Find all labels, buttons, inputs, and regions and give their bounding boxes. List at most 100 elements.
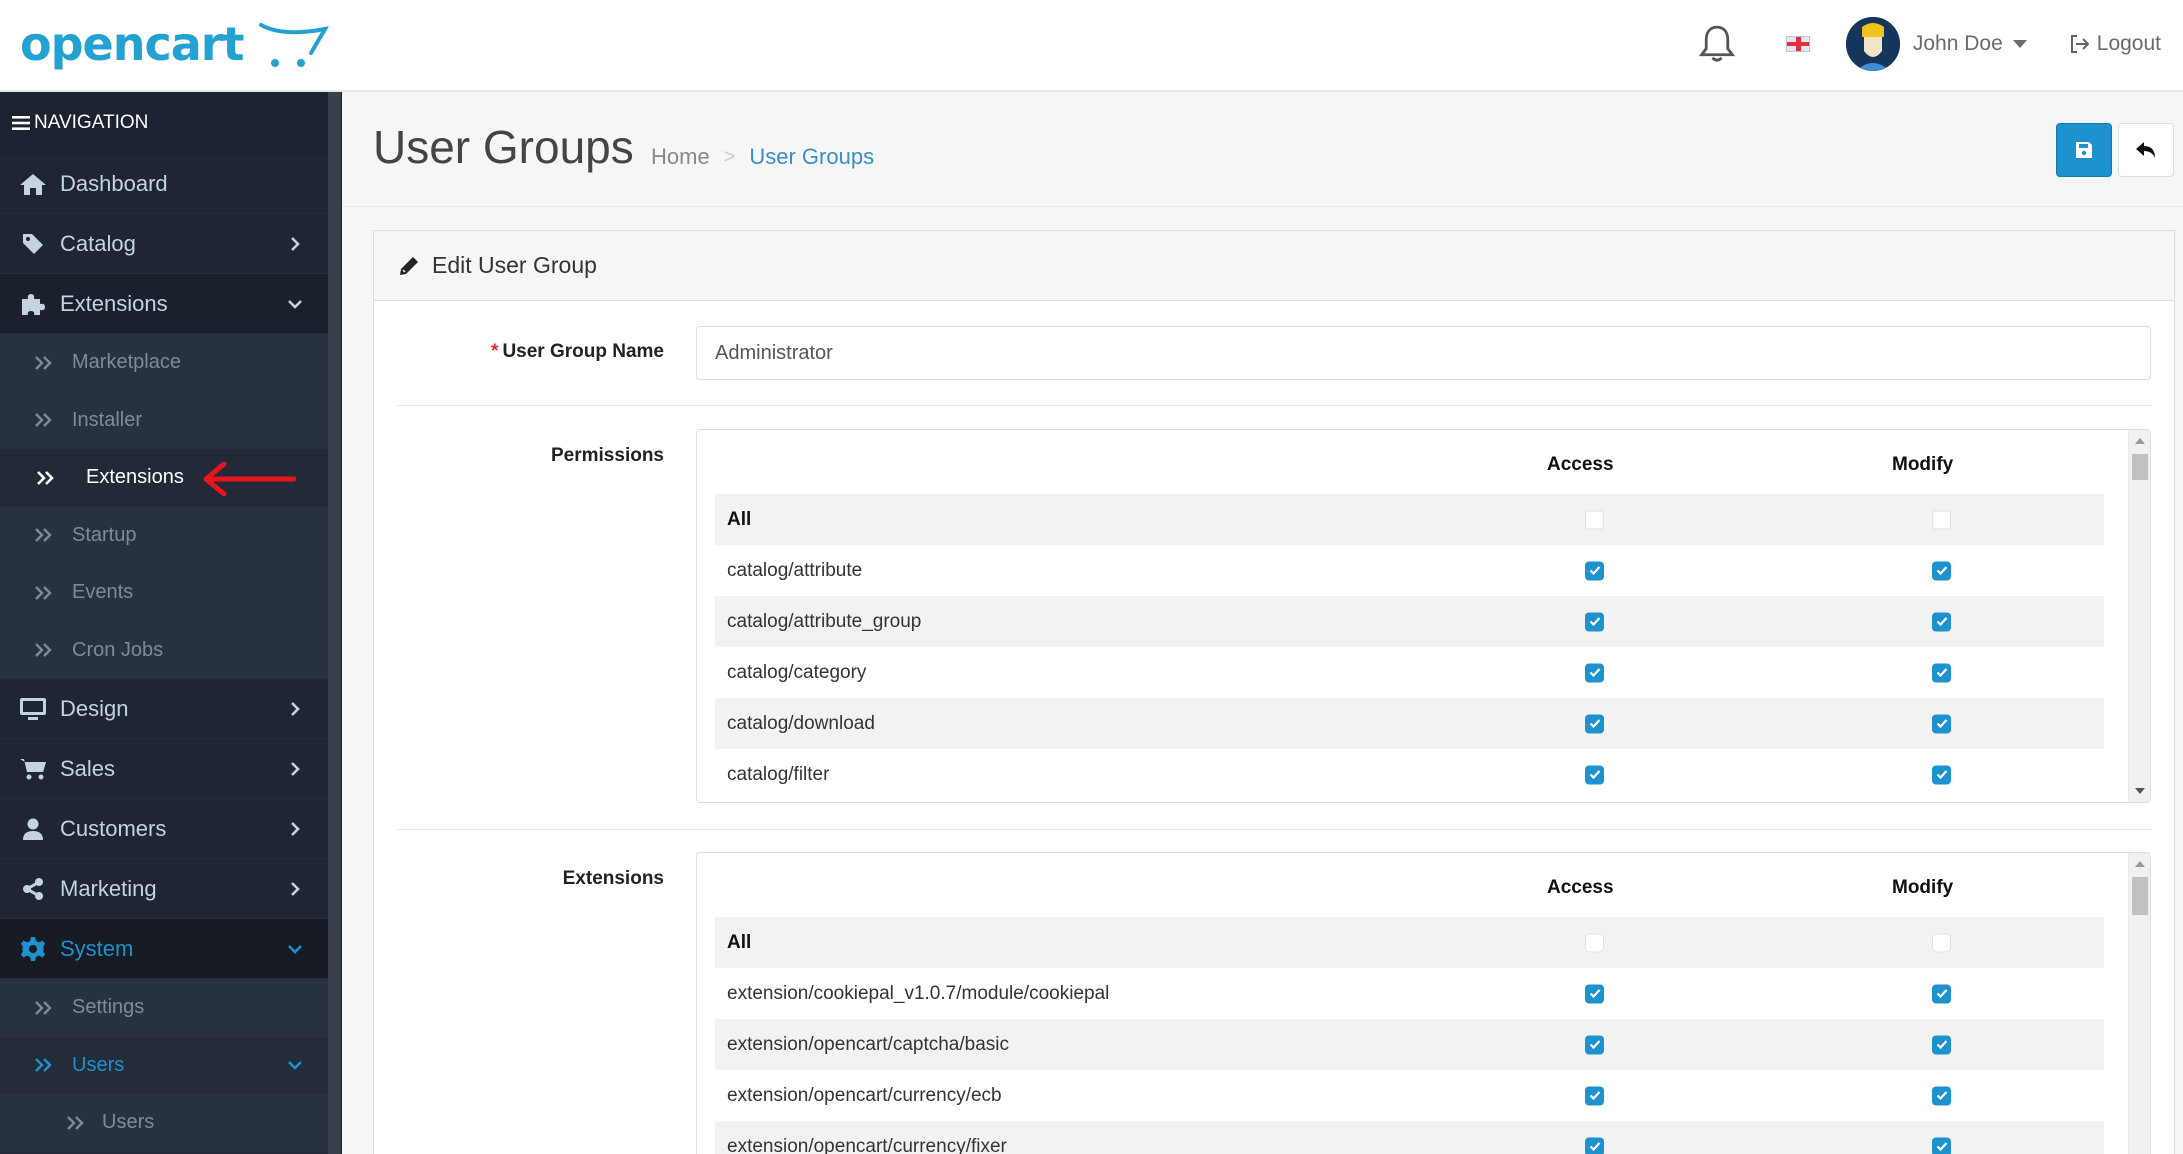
breadcrumb-home[interactable]: Home (651, 144, 710, 170)
access-checkbox[interactable] (1585, 612, 1604, 631)
sidebar-subitem-cron-jobs[interactable]: Cron Jobs (0, 621, 328, 679)
check-icon (1936, 989, 1947, 999)
permission-row: catalog/category (715, 647, 2104, 698)
angle-double-right-icon (35, 643, 52, 658)
sidebar-item-catalog[interactable]: Catalog (0, 214, 328, 274)
bars-icon (12, 116, 30, 130)
angle-double-right-icon (35, 585, 52, 600)
avatar[interactable] (1845, 17, 1900, 71)
check-icon (1589, 989, 1600, 999)
extensions-table[interactable]: Access Modify All extension/cookiepal_v1.… (696, 852, 2151, 1154)
sidebar-subitem-settings[interactable]: Settings (0, 979, 328, 1037)
monitor-icon (18, 696, 48, 722)
chevron-down-icon (288, 944, 302, 954)
pencil-icon (400, 256, 418, 275)
chevron-right-icon (291, 236, 300, 251)
modify-checkbox[interactable] (1932, 765, 1951, 784)
access-checkbox[interactable] (1585, 561, 1604, 580)
access-checkbox[interactable] (1585, 984, 1604, 1003)
modify-checkbox[interactable] (1932, 984, 1951, 1003)
scroll-thumb[interactable] (2132, 454, 2148, 480)
access-column-header: Access (1547, 454, 1614, 475)
access-checkbox[interactable] (1585, 933, 1604, 952)
chevron-right-icon (291, 821, 300, 836)
permissions-scrollbar[interactable] (2128, 430, 2150, 802)
scroll-up-icon[interactable] (2135, 438, 2145, 444)
check-icon (1589, 617, 1600, 627)
access-column-header: Access (1547, 877, 1614, 898)
permission-name: catalog/attribute (727, 559, 863, 581)
modify-checkbox[interactable] (1932, 1086, 1951, 1105)
access-checkbox[interactable] (1585, 1035, 1604, 1054)
permission-name: catalog/download (727, 712, 875, 734)
caret-down-icon[interactable] (2012, 40, 2027, 48)
sidebar-subitem-installer[interactable]: Installer (0, 391, 328, 449)
check-icon (1936, 668, 1947, 678)
bell-icon[interactable] (1698, 24, 1736, 64)
access-checkbox[interactable] (1585, 510, 1604, 529)
sidebar-subsubitem-users[interactable]: Users (0, 1094, 328, 1151)
permissions-table[interactable]: Access Modify All catalog/attribute catalo… (696, 429, 2151, 803)
required-asterisk: * (491, 341, 499, 362)
sidebar-subitem-events[interactable]: Events (0, 564, 328, 622)
language-flag-icon[interactable] (1785, 36, 1810, 52)
modify-checkbox[interactable] (1932, 933, 1951, 952)
angle-double-right-icon (37, 470, 54, 485)
breadcrumb-user-groups[interactable]: User Groups (749, 144, 874, 170)
access-checkbox[interactable] (1585, 714, 1604, 733)
access-checkbox[interactable] (1585, 663, 1604, 682)
modify-checkbox[interactable] (1932, 714, 1951, 733)
angle-double-right-icon (67, 1115, 84, 1130)
sidebar-subitem-users[interactable]: Users (0, 1036, 328, 1094)
sidebar-item-system[interactable]: System (0, 919, 328, 979)
select-all-row: All (715, 917, 2104, 968)
user-menu[interactable]: John Doe (1913, 32, 2003, 56)
extensions-scrollbar[interactable] (2128, 853, 2150, 1154)
modify-checkbox[interactable] (1932, 612, 1951, 631)
access-checkbox[interactable] (1585, 1086, 1604, 1105)
back-button[interactable] (2118, 123, 2174, 177)
check-icon (1936, 770, 1947, 780)
access-checkbox[interactable] (1585, 1137, 1604, 1154)
sidebar-subitem-startup[interactable]: Startup (0, 506, 328, 564)
extensions-label: Extensions (562, 868, 664, 889)
logout-link[interactable]: Logout (2069, 32, 2161, 56)
scroll-down-icon[interactable] (2135, 788, 2145, 794)
sign-out-icon (2070, 35, 2090, 53)
user-group-name-input[interactable]: Administrator (696, 326, 2151, 380)
top-header: opencart John Doe Logout (0, 0, 2183, 92)
modify-checkbox[interactable] (1932, 510, 1951, 529)
angle-double-right-icon (35, 1058, 52, 1073)
annotation-arrow-icon (203, 462, 296, 496)
sidebar-item-extensions[interactable]: Extensions (0, 274, 328, 334)
home-icon (18, 171, 48, 197)
sidebar-item-design[interactable]: Design (0, 679, 328, 739)
user-group-name-label: * User Group Name (491, 341, 664, 362)
permission-row: extension/cookiepal_v1.0.7/module/cookie… (715, 968, 2104, 1019)
tag-icon (18, 231, 48, 257)
navigation-header: NAVIGATION (0, 92, 328, 154)
modify-checkbox[interactable] (1932, 561, 1951, 580)
save-button[interactable] (2056, 123, 2112, 177)
check-icon (1589, 1091, 1600, 1101)
opencart-logo[interactable]: opencart (20, 14, 333, 74)
sidebar-item-sales[interactable]: Sales (0, 739, 328, 799)
puzzle-icon (18, 291, 48, 317)
permission-row: catalog/attribute_group (715, 596, 2104, 647)
scroll-thumb[interactable] (2132, 877, 2148, 915)
modify-checkbox[interactable] (1932, 1035, 1951, 1054)
check-icon (1936, 617, 1947, 627)
angle-double-right-icon (35, 1000, 52, 1015)
avatar-image (1845, 17, 1900, 71)
chevron-down-icon (288, 299, 302, 309)
access-checkbox[interactable] (1585, 765, 1604, 784)
scroll-up-icon[interactable] (2135, 861, 2145, 867)
angle-double-right-icon (35, 528, 52, 543)
modify-checkbox[interactable] (1932, 663, 1951, 682)
sidebar-item-customers[interactable]: Customers (0, 799, 328, 859)
modify-checkbox[interactable] (1932, 1137, 1951, 1154)
check-icon (1936, 1091, 1947, 1101)
check-icon (1936, 566, 1947, 576)
sidebar-item-dashboard[interactable]: Dashboard (0, 154, 328, 214)
permission-name: All (727, 931, 752, 953)
